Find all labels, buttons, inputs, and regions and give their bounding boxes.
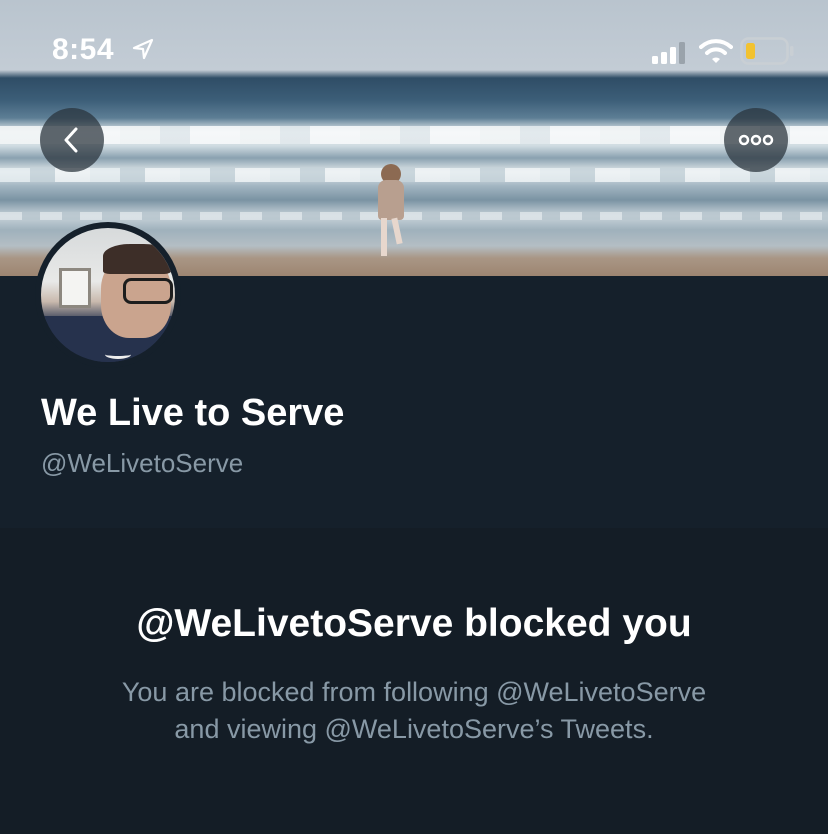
status-time: 8:54 [52,33,115,66]
avatar-glasses [123,278,173,304]
blocked-title: @WeLivetoServe blocked you [136,602,692,645]
wave-foam [0,212,828,220]
location-arrow-icon [132,38,154,60]
cellular-signal-icon [652,42,685,64]
avatar-background-frame [59,268,91,308]
blocked-notice: @WeLivetoServe blocked you You are block… [0,528,828,834]
wave-foam [0,168,828,182]
child-figure [391,217,403,245]
more-horizontal-icon [738,134,774,146]
avatar-image [41,228,175,362]
profile-handle: @WeLivetoServe [41,448,244,478]
child-figure [381,218,387,256]
profile-display-name: We Live to Serve [41,392,345,434]
blocked-message-line: You are blocked from following @WeLiveto… [121,677,707,707]
child-figure [378,180,404,220]
avatar-logo [105,350,131,359]
avatar-hair [103,244,171,274]
chevron-left-icon [64,127,78,153]
blocked-message: You are blocked from following @WeLiveto… [64,674,764,748]
status-bar: 8:54 [0,0,828,80]
back-button[interactable] [40,108,104,172]
battery-low-icon [740,37,794,65]
blocked-message-line: and viewing @WeLivetoServe’s Tweets. [174,714,654,744]
more-options-button[interactable] [724,108,788,172]
wave-foam [0,126,828,144]
avatar[interactable] [35,222,181,368]
wifi-icon [699,39,733,63]
